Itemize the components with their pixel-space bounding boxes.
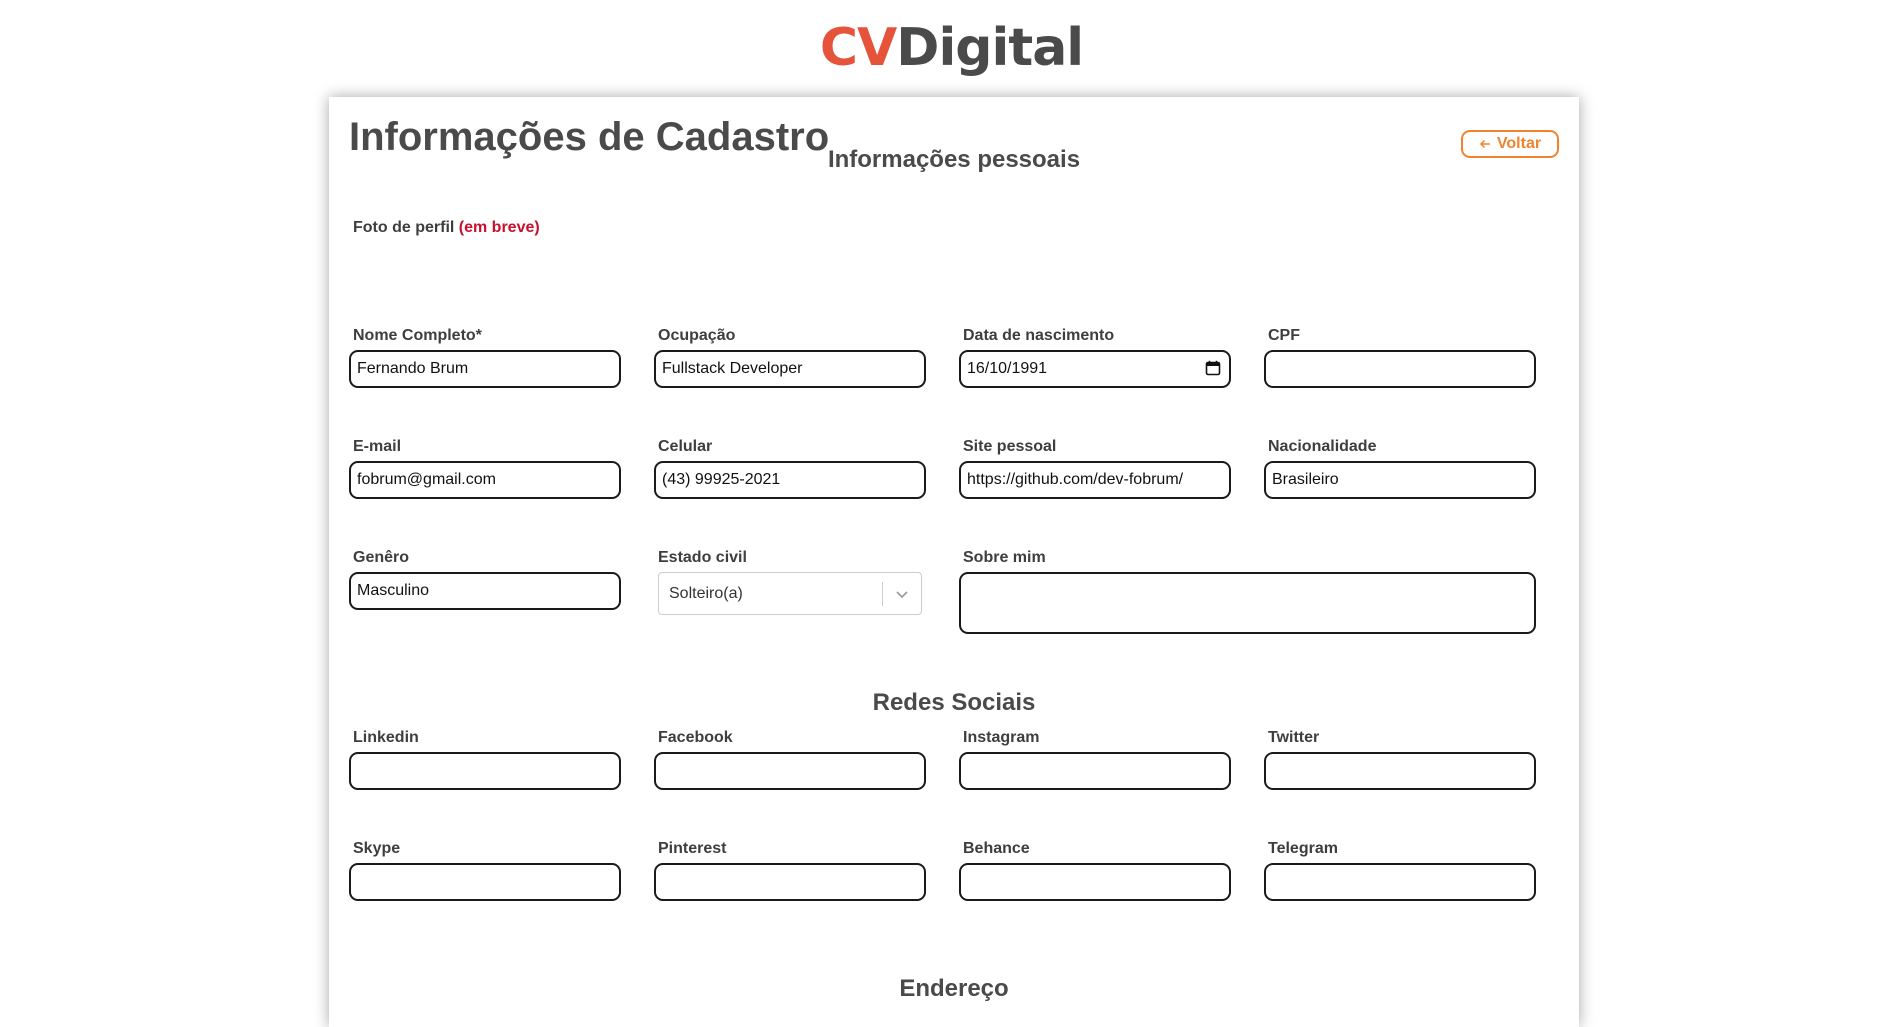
brand-logo: CVDigital	[0, 18, 1903, 78]
birth-date-label: Data de nascimento	[963, 327, 1115, 344]
full-name-field: Nome Completo*	[349, 327, 621, 388]
instagram-input[interactable]	[959, 752, 1231, 790]
full-name-input[interactable]	[349, 350, 621, 388]
marital-status-label: Estado civil	[658, 549, 747, 566]
pinterest-label: Pinterest	[658, 840, 727, 857]
skype-label: Skype	[353, 840, 401, 857]
calendar-icon[interactable]	[1205, 360, 1221, 376]
social-section-title: Redes Sociais	[872, 689, 1036, 716]
twitter-input[interactable]	[1264, 752, 1536, 790]
brand-logo-digital: Digital	[896, 18, 1084, 78]
profile-photo-text: Foto de perfil	[353, 219, 455, 236]
skype-input[interactable]	[349, 863, 621, 901]
email-input[interactable]	[349, 461, 621, 499]
website-input[interactable]	[959, 461, 1231, 499]
twitter-label: Twitter	[1268, 729, 1320, 746]
facebook-label: Facebook	[658, 729, 733, 746]
nationality-input[interactable]	[1264, 461, 1536, 499]
linkedin-input[interactable]	[349, 752, 621, 790]
occupation-label: Ocupação	[658, 327, 736, 344]
gender-label: Genêro	[353, 549, 410, 566]
full-name-label: Nome Completo*	[353, 327, 482, 344]
cpf-input[interactable]	[1264, 350, 1536, 388]
website-field: Site pessoal	[959, 438, 1231, 499]
chevron-down-icon[interactable]	[883, 589, 921, 599]
telegram-label: Telegram	[1268, 840, 1338, 857]
skype-field: Skype	[349, 840, 621, 901]
address-section-title: Endereço	[899, 975, 1009, 1002]
telegram-input[interactable]	[1264, 863, 1536, 901]
twitter-field: Twitter	[1264, 729, 1536, 790]
pinterest-input[interactable]	[654, 863, 926, 901]
registration-card: Informações de Cadastro Voltar Informaçõ…	[329, 97, 1579, 1027]
email-field: E-mail	[349, 438, 621, 499]
marital-status-value: Solteiro(a)	[669, 584, 743, 602]
facebook-field: Facebook	[654, 729, 926, 790]
linkedin-field: Linkedin	[349, 729, 621, 790]
behance-input[interactable]	[959, 863, 1231, 901]
phone-input[interactable]	[654, 461, 926, 499]
pinterest-field: Pinterest	[654, 840, 926, 901]
nationality-field: Nacionalidade	[1264, 438, 1536, 499]
facebook-input[interactable]	[654, 752, 926, 790]
about-label: Sobre mim	[963, 549, 1046, 566]
phone-field: Celular	[654, 438, 926, 499]
behance-field: Behance	[959, 840, 1231, 901]
coming-soon-note: (em breve)	[458, 219, 540, 236]
instagram-field: Instagram	[959, 729, 1231, 790]
phone-label: Celular	[658, 438, 713, 455]
about-textarea[interactable]	[959, 572, 1536, 634]
instagram-label: Instagram	[963, 729, 1040, 746]
website-label: Site pessoal	[963, 438, 1057, 455]
cpf-label: CPF	[1268, 327, 1300, 344]
cpf-field: CPF	[1264, 327, 1536, 388]
personal-section-title: Informações pessoais	[827, 146, 1081, 173]
brand-logo-cv: CV	[819, 18, 897, 78]
email-label: E-mail	[353, 438, 402, 455]
occupation-field: Ocupação	[654, 327, 926, 388]
behance-label: Behance	[963, 840, 1030, 857]
birth-date-input[interactable]: 16/10/1991	[959, 350, 1231, 388]
marital-status-select[interactable]: Solteiro(a)	[658, 572, 922, 615]
linkedin-label: Linkedin	[353, 729, 419, 746]
nationality-label: Nacionalidade	[1268, 438, 1377, 455]
birth-date-field: Data de nascimento 16/10/1991	[959, 327, 1231, 388]
gender-field: Genêro	[349, 549, 621, 610]
occupation-input[interactable]	[654, 350, 926, 388]
about-field: Sobre mim	[959, 549, 1536, 639]
profile-photo-label: Foto de perfil (em breve)	[353, 219, 540, 237]
telegram-field: Telegram	[1264, 840, 1536, 901]
gender-input[interactable]	[349, 572, 621, 610]
marital-status-field: Estado civil Solteiro(a)	[654, 549, 922, 615]
